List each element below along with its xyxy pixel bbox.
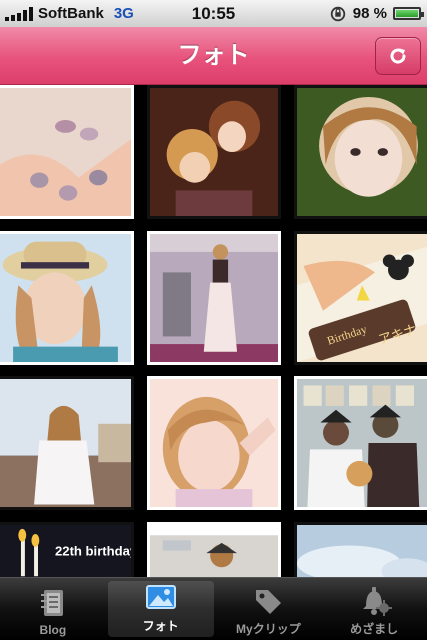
alarm-bell-icon — [363, 587, 393, 616]
photo-thumbnail[interactable] — [294, 376, 427, 510]
refresh-button[interactable] — [375, 37, 421, 75]
photo-thumbnail[interactable] — [0, 231, 134, 365]
tab-photo[interactable]: フォト — [107, 581, 214, 637]
photo-thumbnail[interactable] — [294, 522, 427, 577]
tab-alarm[interactable]: めざまし — [321, 578, 427, 640]
battery-percentage: 98 % — [352, 5, 387, 22]
notebook-icon — [40, 590, 63, 616]
photo-thumbnail[interactable] — [294, 85, 427, 219]
photo-grid: Birthday アキナ 22th birthday — [0, 85, 427, 577]
carrier-name: SoftBank — [38, 5, 104, 22]
photo-thumbnail[interactable] — [147, 376, 281, 510]
photo-thumbnail[interactable] — [0, 376, 134, 510]
tab-label: Blog — [39, 623, 67, 637]
photo-thumbnail[interactable] — [147, 85, 281, 219]
photo-icon — [145, 585, 176, 609]
photo-thumbnail[interactable] — [147, 231, 281, 365]
birthday-caption: 22th birthday — [55, 544, 131, 559]
tab-label: めざまし — [350, 622, 399, 636]
tab-label: Myクリップ — [236, 622, 301, 636]
photo-thumbnail[interactable]: Birthday アキナ — [294, 231, 427, 365]
network-type: 3G — [113, 5, 134, 22]
battery-icon — [393, 7, 424, 20]
nav-bar: フォト — [0, 27, 427, 85]
signal-strength-icon — [5, 6, 33, 21]
status-bar: SoftBank 3G 10:55 98 % — [0, 0, 427, 27]
rotation-lock-icon — [330, 6, 345, 21]
photo-thumbnail[interactable]: 22th birthday — [0, 522, 134, 577]
tab-blog[interactable]: Blog — [0, 578, 106, 640]
photo-thumbnail[interactable] — [0, 85, 134, 219]
tab-bar: Blog フォト Myクリップ めざまし — [0, 577, 427, 640]
tab-myclip[interactable]: Myクリップ — [216, 578, 322, 640]
photo-thumbnail[interactable] — [147, 522, 281, 577]
tag-icon — [256, 590, 282, 614]
page-title: フォト — [177, 42, 250, 69]
tab-label: フォト — [142, 619, 179, 633]
refresh-icon — [390, 48, 406, 64]
